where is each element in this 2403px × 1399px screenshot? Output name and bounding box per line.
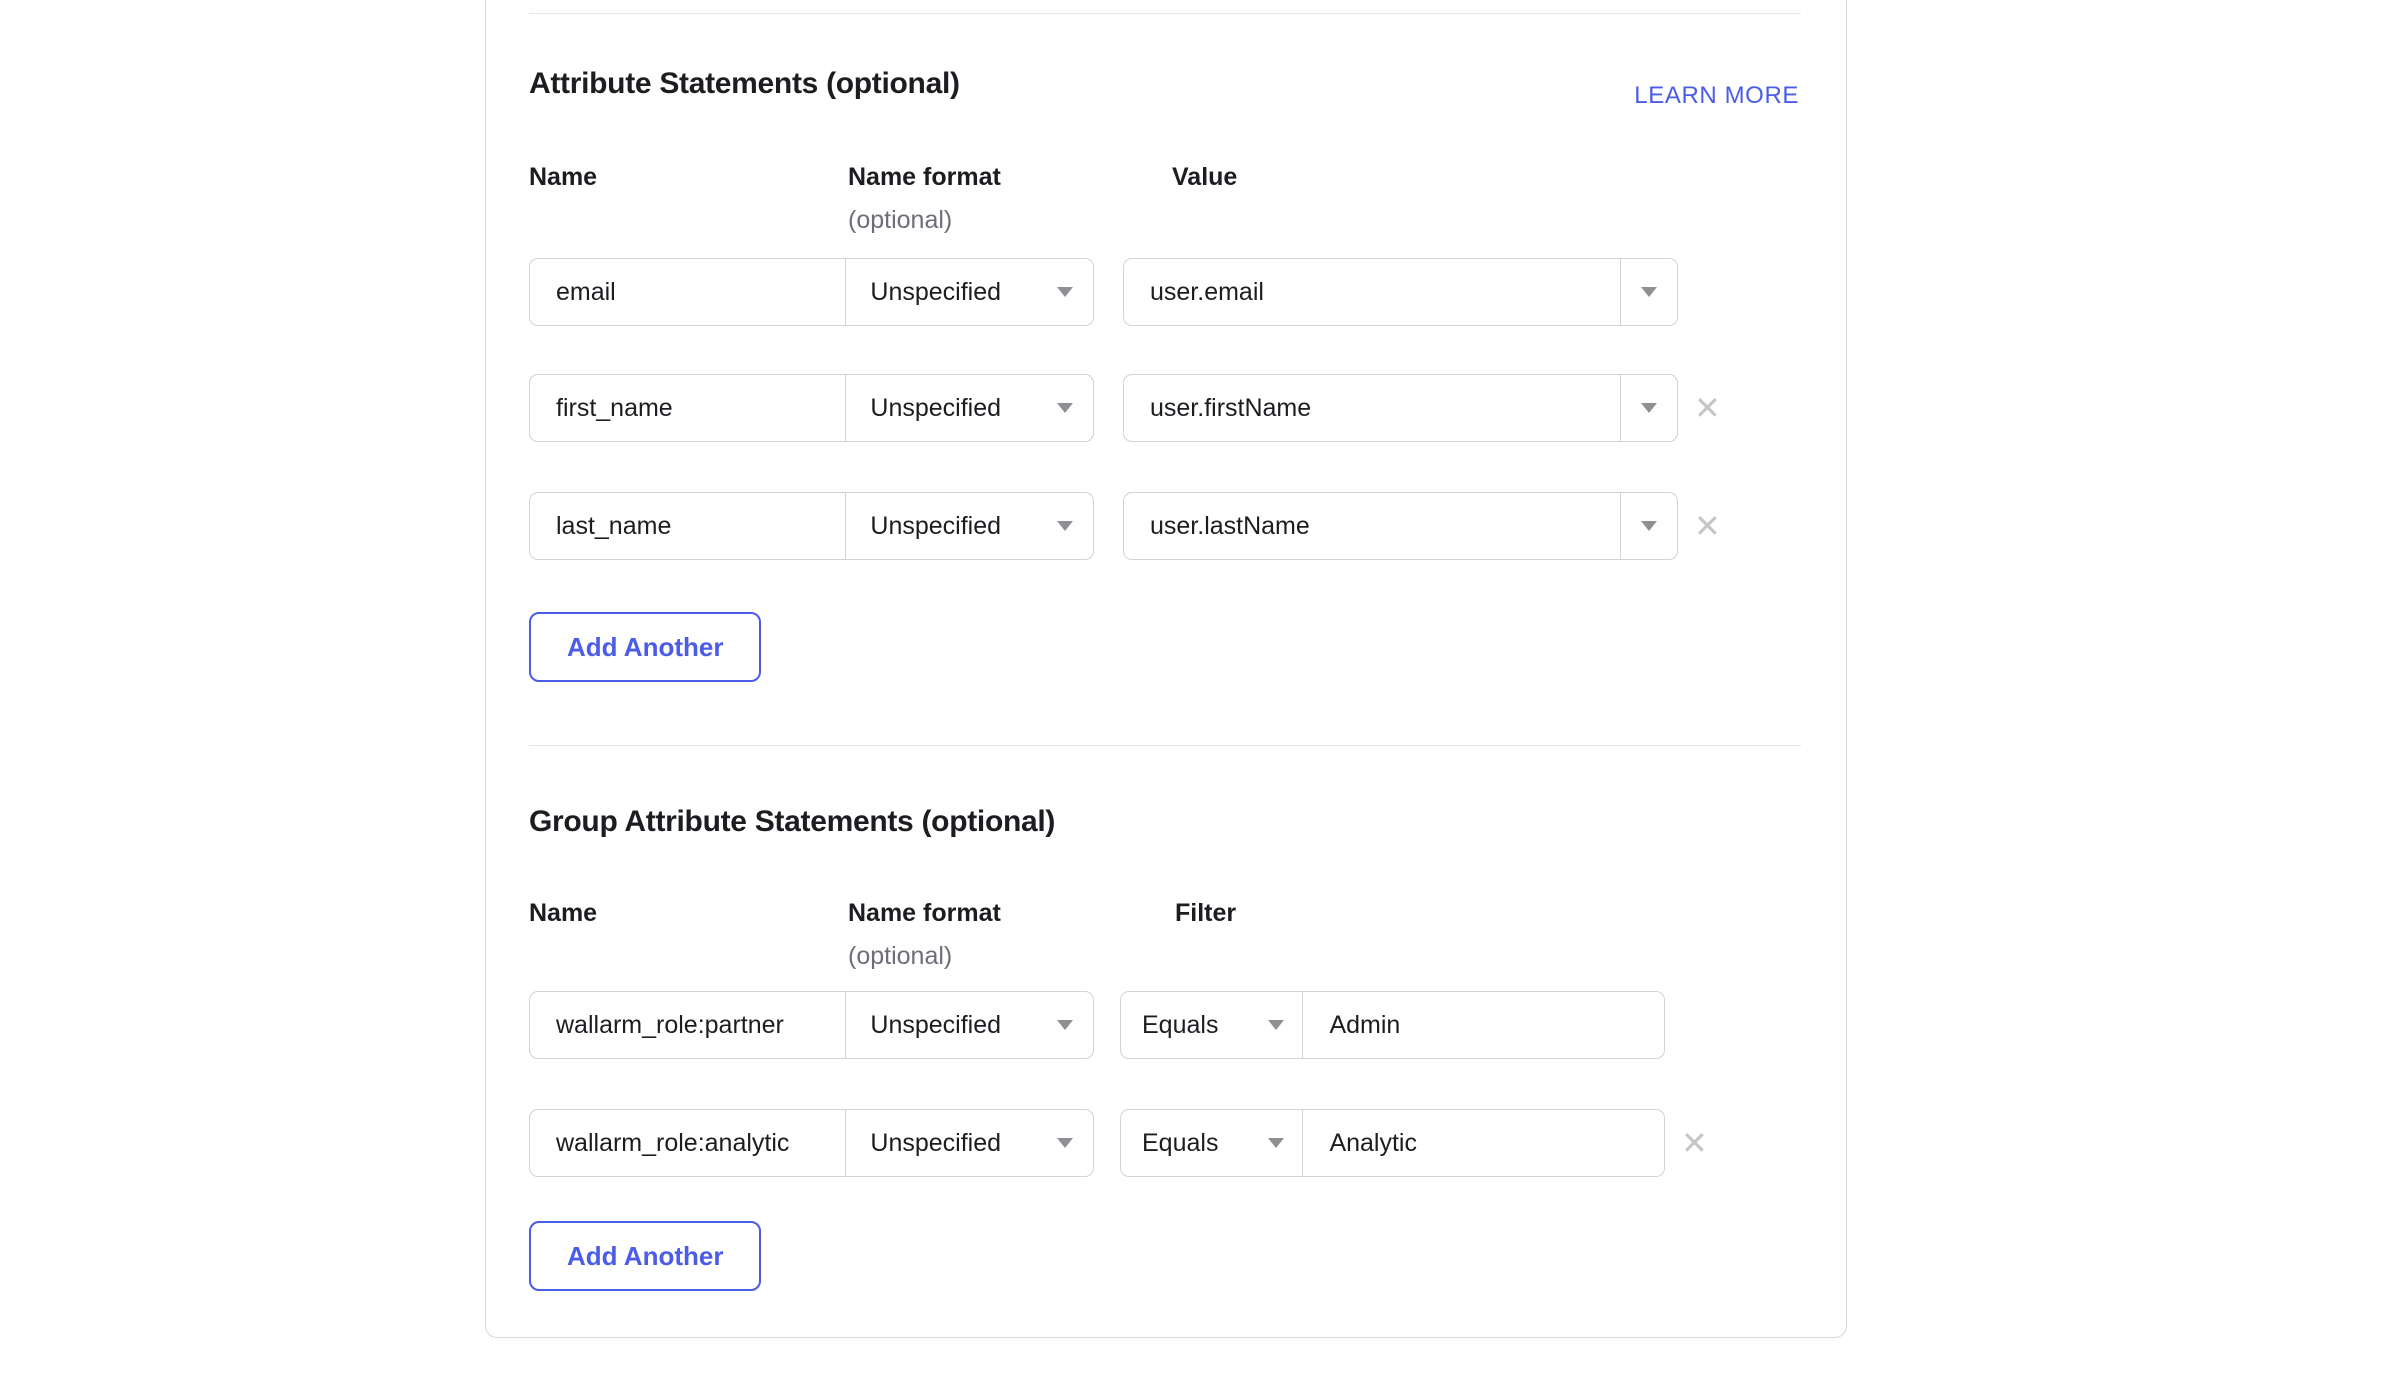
group-filter-operator: Equals xyxy=(1142,1011,1218,1040)
attr-value-dropdown-button[interactable] xyxy=(1621,259,1677,325)
group-header-name-format: Name format xyxy=(848,898,1001,928)
attribute-statements-title: Attribute Statements (optional) xyxy=(529,67,960,101)
attr-format-value: Unspecified xyxy=(870,278,1001,307)
group-header-name: Name xyxy=(529,898,597,928)
name-format-group: Unspecified xyxy=(529,374,1094,442)
group-filter-value-input[interactable] xyxy=(1303,1110,1664,1176)
group-format-select[interactable]: Unspecified xyxy=(846,1110,1093,1176)
group-name-input[interactable] xyxy=(530,992,845,1058)
chevron-down-icon xyxy=(1641,403,1657,413)
group-filter-value-cell xyxy=(1303,992,1664,1058)
group-filter-group: Equals xyxy=(1120,1109,1665,1177)
group-attribute-row: Unspecified Equals xyxy=(529,991,1665,1059)
attr-value-input[interactable] xyxy=(1124,259,1620,325)
attr-name-input[interactable] xyxy=(530,259,845,325)
group-filter-select[interactable]: Equals xyxy=(1121,1110,1303,1176)
attr-value-input[interactable] xyxy=(1124,375,1620,441)
chevron-down-icon xyxy=(1641,287,1657,297)
group-filter-group: Equals xyxy=(1120,991,1665,1059)
attr-name-input[interactable] xyxy=(530,375,845,441)
attr-format-value: Unspecified xyxy=(870,394,1001,423)
attr-name-input[interactable] xyxy=(530,493,845,559)
remove-row-icon[interactable]: ✕ xyxy=(1694,392,1721,424)
attr-header-name: Name xyxy=(529,162,597,192)
attr-value-cell xyxy=(1124,375,1621,441)
group-filter-value-cell xyxy=(1303,1110,1664,1176)
attr-value-cell xyxy=(1124,493,1621,559)
chevron-down-icon xyxy=(1641,521,1657,531)
attr-value-combobox xyxy=(1123,492,1678,560)
chevron-down-icon xyxy=(1057,287,1073,297)
attr-header-name-format: Name format xyxy=(848,162,1001,192)
attr-value-dropdown-button[interactable] xyxy=(1621,375,1677,441)
remove-row-icon[interactable]: ✕ xyxy=(1694,510,1721,542)
chevron-down-icon xyxy=(1057,521,1073,531)
attr-format-select[interactable]: Unspecified xyxy=(846,375,1093,441)
top-divider xyxy=(529,13,1801,14)
attr-header-name-format-hint: (optional) xyxy=(848,205,952,235)
group-attribute-row: Unspecified Equals ✕ xyxy=(529,1109,1708,1177)
group-attribute-statements-title: Group Attribute Statements (optional) xyxy=(529,805,1055,839)
group-header-filter: Filter xyxy=(1175,898,1236,928)
attr-header-value: Value xyxy=(1172,162,1237,192)
group-header-name-format-hint: (optional) xyxy=(848,941,952,971)
attr-name-cell xyxy=(530,259,846,325)
chevron-down-icon xyxy=(1057,403,1073,413)
learn-more-link[interactable]: LEARN MORE xyxy=(1634,82,1799,110)
attr-value-input[interactable] xyxy=(1124,493,1620,559)
group-format-value: Unspecified xyxy=(870,1011,1001,1040)
group-format-value: Unspecified xyxy=(870,1129,1001,1158)
attr-format-select[interactable]: Unspecified xyxy=(846,493,1093,559)
attr-value-combobox xyxy=(1123,258,1678,326)
attribute-row: Unspecified ✕ xyxy=(529,492,1721,560)
section-divider xyxy=(529,745,1801,746)
attribute-row: Unspecified ✕ xyxy=(529,374,1721,442)
add-another-attribute-button[interactable]: Add Another xyxy=(529,612,761,682)
name-format-group: Unspecified xyxy=(529,492,1094,560)
name-format-group: Unspecified xyxy=(529,991,1094,1059)
chevron-down-icon xyxy=(1057,1020,1073,1030)
attr-format-value: Unspecified xyxy=(870,512,1001,541)
group-filter-select[interactable]: Equals xyxy=(1121,992,1303,1058)
saml-settings-card: Attribute Statements (optional) LEARN MO… xyxy=(485,0,1847,1338)
chevron-down-icon xyxy=(1057,1138,1073,1148)
group-name-cell xyxy=(530,992,846,1058)
group-filter-operator: Equals xyxy=(1142,1129,1218,1158)
attr-name-cell xyxy=(530,375,846,441)
group-format-select[interactable]: Unspecified xyxy=(846,992,1093,1058)
attr-format-select[interactable]: Unspecified xyxy=(846,259,1093,325)
attr-value-combobox xyxy=(1123,374,1678,442)
group-name-input[interactable] xyxy=(530,1110,845,1176)
add-another-group-attribute-button[interactable]: Add Another xyxy=(529,1221,761,1291)
chevron-down-icon xyxy=(1268,1020,1284,1030)
attr-name-cell xyxy=(530,493,846,559)
attribute-row: Unspecified xyxy=(529,258,1678,326)
attr-value-dropdown-button[interactable] xyxy=(1621,493,1677,559)
attr-value-cell xyxy=(1124,259,1621,325)
name-format-group: Unspecified xyxy=(529,1109,1094,1177)
remove-row-icon[interactable]: ✕ xyxy=(1681,1127,1708,1159)
page: Attribute Statements (optional) LEARN MO… xyxy=(0,0,2403,1399)
group-name-cell xyxy=(530,1110,846,1176)
name-format-group: Unspecified xyxy=(529,258,1094,326)
chevron-down-icon xyxy=(1268,1138,1284,1148)
group-filter-value-input[interactable] xyxy=(1303,992,1664,1058)
